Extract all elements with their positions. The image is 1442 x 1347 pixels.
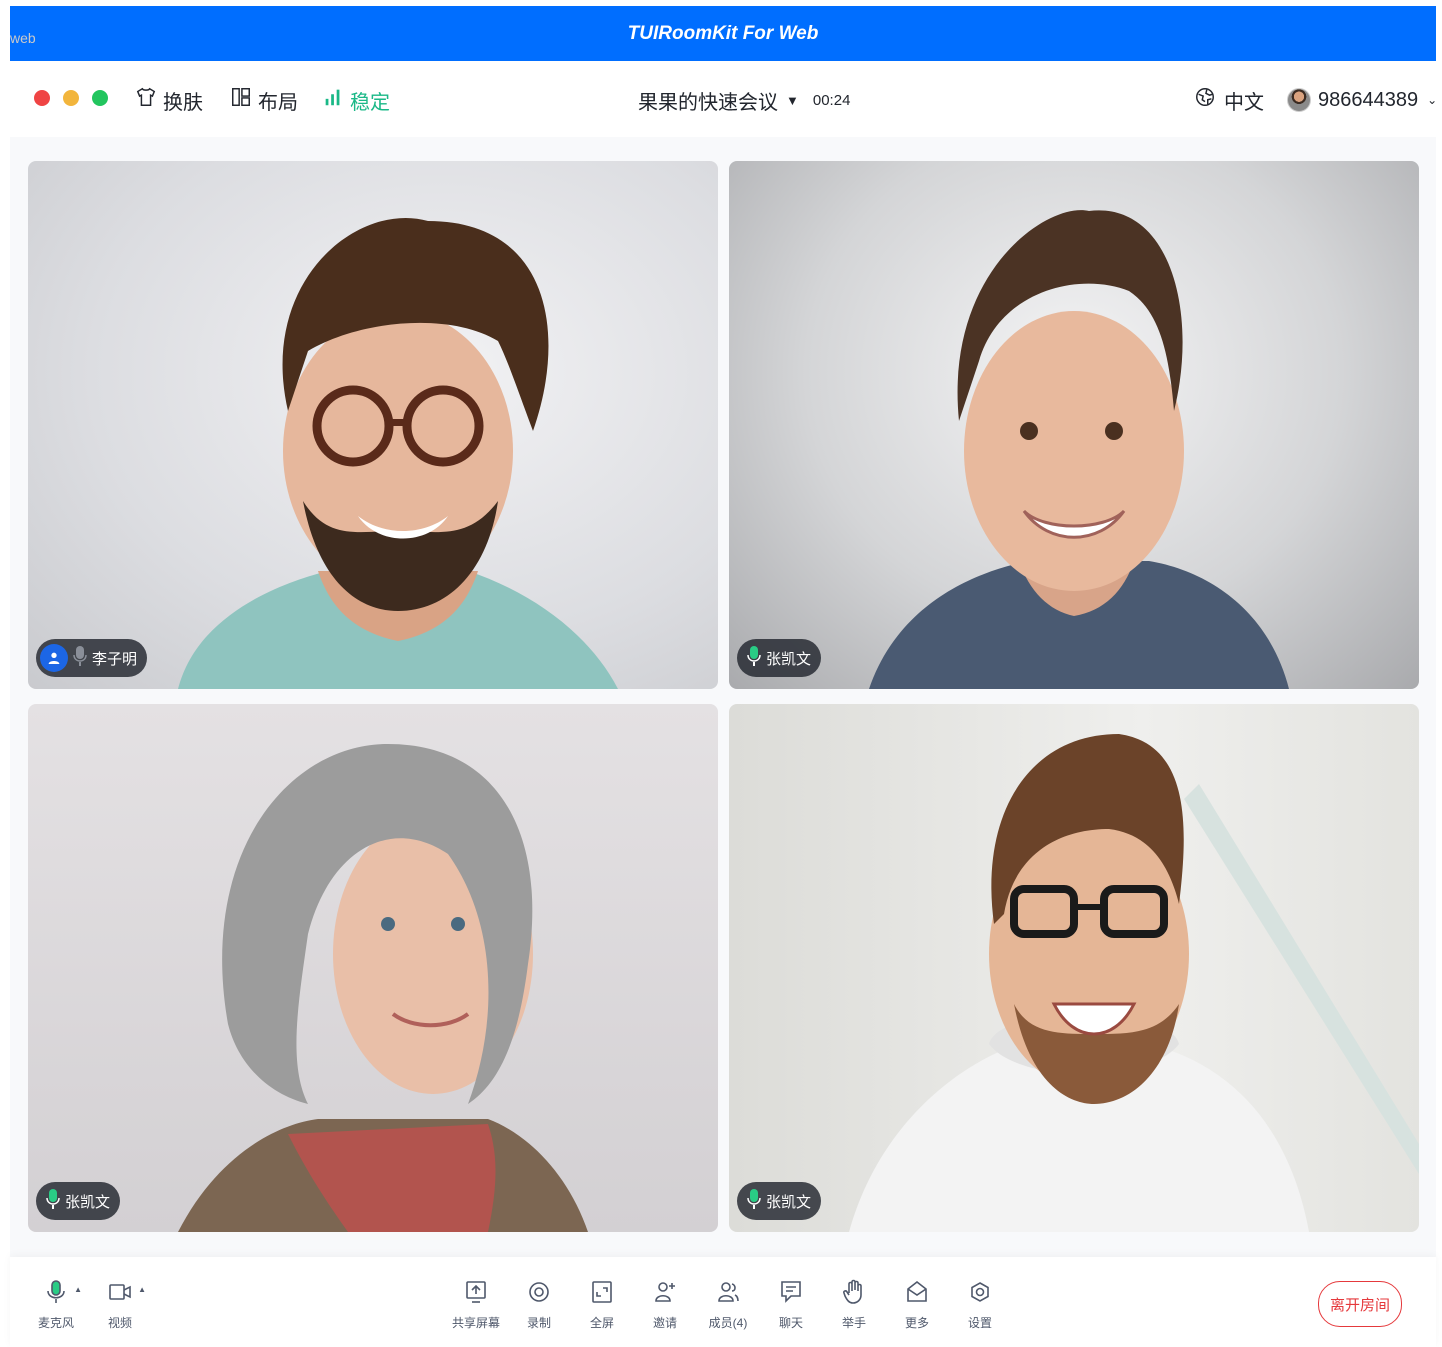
record-label: 录制	[526, 1316, 551, 1330]
video-tile[interactable]: 张凯文	[28, 704, 718, 1232]
caret-down-icon: ▼	[786, 92, 799, 108]
members-button[interactable]: 成员(4)	[698, 1279, 758, 1331]
share-label: 共享屏幕	[451, 1316, 500, 1330]
skin-label: 换肤	[163, 91, 203, 114]
skin-button[interactable]: 换肤	[135, 85, 203, 115]
participant-name: 张凯文	[766, 1193, 812, 1211]
language-switch[interactable]: 中文	[1194, 85, 1264, 115]
record-icon	[527, 1279, 551, 1314]
more-button[interactable]: 更多	[887, 1279, 947, 1331]
chevron-down-icon: ⌄	[1427, 93, 1438, 107]
participant-name: 张凯文	[766, 650, 812, 668]
mic-icon	[747, 645, 761, 671]
video-tile[interactable]: 李子明	[28, 161, 718, 689]
share-screen-icon	[464, 1279, 488, 1314]
network-status[interactable]: 稳定	[322, 85, 390, 115]
participant-video	[178, 217, 618, 689]
video-camera-icon	[108, 1279, 132, 1314]
layout-button[interactable]: 布局	[230, 85, 298, 115]
chat-label: 聊天	[778, 1316, 803, 1330]
language-label: 中文	[1224, 91, 1264, 114]
title-bar: TUIRoomKit For Web	[10, 6, 1436, 61]
network-label: 稳定	[350, 91, 390, 114]
close-window-dot[interactable]	[34, 90, 50, 106]
members-icon	[716, 1279, 740, 1314]
user-id: 986644389	[1318, 88, 1419, 111]
gear-icon	[968, 1279, 992, 1314]
chat-icon	[779, 1279, 803, 1314]
signal-bars-icon	[322, 86, 344, 114]
participant-video	[178, 744, 588, 1232]
room-info[interactable]: 果果的快速会议 ▼ 00:24	[638, 85, 850, 115]
caret-up-icon[interactable]: ▲	[74, 1285, 82, 1294]
video-tile[interactable]: 张凯文	[729, 704, 1419, 1232]
camera-label: 视频	[107, 1316, 132, 1330]
maximize-window-dot[interactable]	[92, 90, 108, 106]
record-button[interactable]: 录制	[509, 1279, 569, 1331]
participant-video	[869, 210, 1289, 689]
settings-button[interactable]: 设置	[950, 1279, 1010, 1331]
self-user-icon	[40, 644, 68, 672]
settings-label: 设置	[967, 1316, 992, 1330]
leave-room-button[interactable]: 离开房间	[1318, 1281, 1402, 1327]
language-icon	[1194, 86, 1216, 114]
participant-label: 张凯文	[737, 639, 822, 677]
participant-name: 李子明	[92, 650, 138, 668]
mic-icon	[46, 1188, 60, 1214]
video-tile[interactable]: 张凯文	[729, 161, 1419, 689]
avatar	[1287, 88, 1311, 112]
video-stage: 李子明 张凯文 张凯文 张凯文	[10, 137, 1436, 1257]
layout-icon	[230, 86, 252, 114]
layout-label: 布局	[258, 91, 298, 114]
fullscreen-button[interactable]: 全屏	[572, 1279, 632, 1331]
participant-video	[849, 734, 1419, 1232]
watermark-text: web	[10, 30, 36, 46]
meeting-timer: 00:24	[812, 91, 851, 109]
minimize-window-dot[interactable]	[63, 90, 79, 106]
room-name: 果果的快速会议	[638, 91, 778, 114]
invite-button[interactable]: 邀请	[635, 1279, 695, 1331]
window-controls	[34, 90, 108, 106]
control-bar: ▲ 麦克风 ▲ 视频 共享屏幕 录制 全屏 邀请 成员(4) 聊天 举手 更多 …	[10, 1257, 1436, 1347]
participant-label: 李子明	[36, 639, 148, 677]
mic-label: 麦克风	[37, 1316, 74, 1330]
app-title: TUIRoomKit For Web	[627, 22, 819, 44]
user-menu[interactable]: 986644389 ⌄	[1287, 85, 1437, 115]
camera-button[interactable]: ▲ 视频	[90, 1279, 150, 1331]
mic-icon	[44, 1279, 68, 1314]
shirt-icon	[135, 86, 157, 114]
chat-button[interactable]: 聊天	[761, 1279, 821, 1331]
invite-label: 邀请	[652, 1316, 677, 1330]
mic-button[interactable]: ▲ 麦克风	[26, 1279, 86, 1331]
add-user-icon	[653, 1279, 677, 1314]
raise-hand-button[interactable]: 举手	[824, 1279, 884, 1331]
mic-muted-icon	[73, 645, 87, 671]
more-label: 更多	[904, 1316, 929, 1330]
fullscreen-label: 全屏	[589, 1316, 614, 1330]
hand-icon	[842, 1279, 866, 1314]
room-header: 换肤 布局 稳定 果果的快速会议 ▼ 00:24 中文 986644389 ⌄	[10, 61, 1437, 138]
app-window: TUIRoomKit For Web 换肤 布局 稳定 果果的快速会议 ▼ 00…	[10, 6, 1437, 1347]
more-icon	[905, 1279, 929, 1314]
share-screen-button[interactable]: 共享屏幕	[446, 1279, 506, 1331]
participant-name: 张凯文	[65, 1193, 111, 1211]
mic-icon	[747, 1188, 761, 1214]
caret-up-icon[interactable]: ▲	[138, 1285, 146, 1294]
participant-label: 张凯文	[36, 1182, 121, 1220]
participant-label: 张凯文	[737, 1182, 822, 1220]
raise-hand-label: 举手	[841, 1316, 866, 1330]
members-label: 成员(4)	[708, 1316, 748, 1330]
fullscreen-icon	[590, 1279, 614, 1314]
